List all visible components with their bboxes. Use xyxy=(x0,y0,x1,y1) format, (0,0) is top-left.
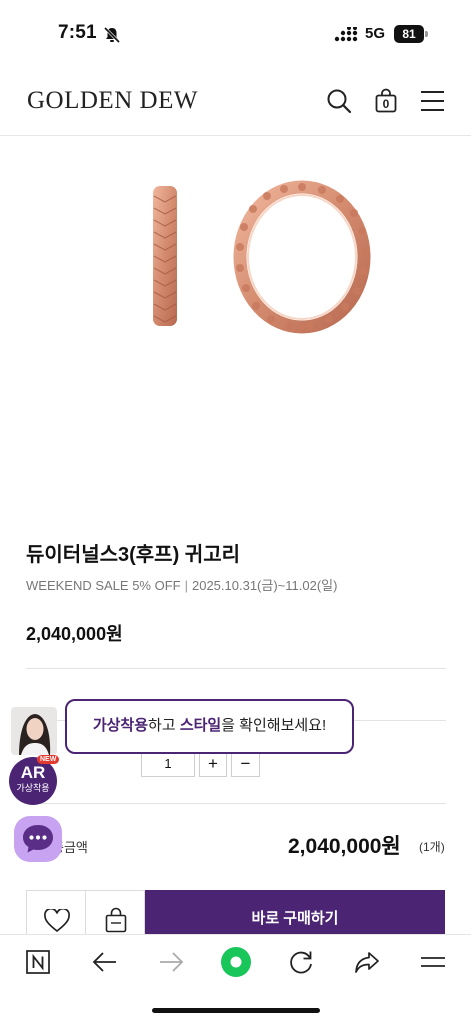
forward-arrow-icon[interactable] xyxy=(157,948,185,976)
home-indicator xyxy=(152,1008,320,1013)
bell-muted-icon xyxy=(103,26,121,44)
cart-icon xyxy=(105,907,127,933)
naver-n-icon[interactable] xyxy=(25,948,53,976)
ar-model-thumbnail[interactable] xyxy=(11,707,57,755)
hoop-earring-image xyxy=(153,180,371,334)
ar-try-on-button[interactable]: AR 가상착용 xyxy=(9,757,57,805)
wishlist-button[interactable] xyxy=(26,890,86,935)
menu-icon[interactable] xyxy=(419,948,447,976)
ar-tooltip-text-1: 하고 xyxy=(148,717,180,734)
model-photo-icon xyxy=(11,707,57,755)
product-price: 2,040,000원 xyxy=(26,624,123,644)
signal-icon xyxy=(334,27,358,42)
status-time: 7:51 xyxy=(58,22,97,43)
site-header: GOLDEN DEW 0 xyxy=(0,68,471,136)
quantity-input[interactable]: 1 xyxy=(141,751,195,777)
chat-bubble-icon xyxy=(23,825,53,853)
brand-logo[interactable]: GOLDEN DEW xyxy=(27,87,198,115)
quantity-plus-button[interactable]: + xyxy=(199,751,227,777)
sale-info: WEEKEND SALE 5% OFF | 2025.10.31(금)~11.02(… xyxy=(26,578,338,593)
ar-tooltip-highlight-2: 스타일 xyxy=(179,717,222,734)
ar-sub-label: 가상착용 xyxy=(16,783,50,793)
add-to-cart-button[interactable] xyxy=(85,890,145,935)
product-image[interactable] xyxy=(0,136,471,511)
cart-count: 0 xyxy=(382,97,390,111)
green-dot-icon[interactable] xyxy=(220,946,252,978)
battery-icon: 81 xyxy=(394,25,428,43)
back-arrow-icon[interactable] xyxy=(91,948,119,976)
ar-tooltip-text-2: 을 확인해보세요! xyxy=(221,717,327,734)
buy-now-button[interactable]: 바로 구매하기 xyxy=(145,890,445,935)
ar-label: AR xyxy=(20,763,46,782)
quantity-minus-button[interactable]: − xyxy=(231,751,260,777)
menu-icon[interactable] xyxy=(420,88,446,114)
ar-try-on-tooltip[interactable]: 가상착용하고 스타일을 확인해보세요! xyxy=(65,699,354,754)
sale-name: WEEKEND SALE 5% OFF xyxy=(26,578,181,593)
product-title: 듀이터널스3(후프) 귀고리 xyxy=(26,544,240,566)
reload-icon[interactable] xyxy=(287,948,315,976)
share-icon[interactable] xyxy=(353,948,381,976)
chat-button[interactable] xyxy=(14,816,62,862)
status-bar: 7:51 5G 81 xyxy=(0,0,471,68)
new-badge: NEW xyxy=(37,755,60,764)
divider xyxy=(26,668,446,669)
search-icon[interactable] xyxy=(326,88,352,114)
ar-tooltip-highlight-1: 가상착용 xyxy=(92,717,149,734)
cart-button[interactable]: 0 xyxy=(373,88,399,114)
heart-icon xyxy=(44,909,70,933)
battery-level: 81 xyxy=(394,25,424,43)
network-type: 5G xyxy=(365,25,386,42)
sale-period: 2025.10.31(금)~11.02(일) xyxy=(191,578,338,593)
total-count: (1개) xyxy=(419,840,445,854)
total-price: 2,040,000원 xyxy=(288,835,401,858)
divider xyxy=(26,803,446,804)
